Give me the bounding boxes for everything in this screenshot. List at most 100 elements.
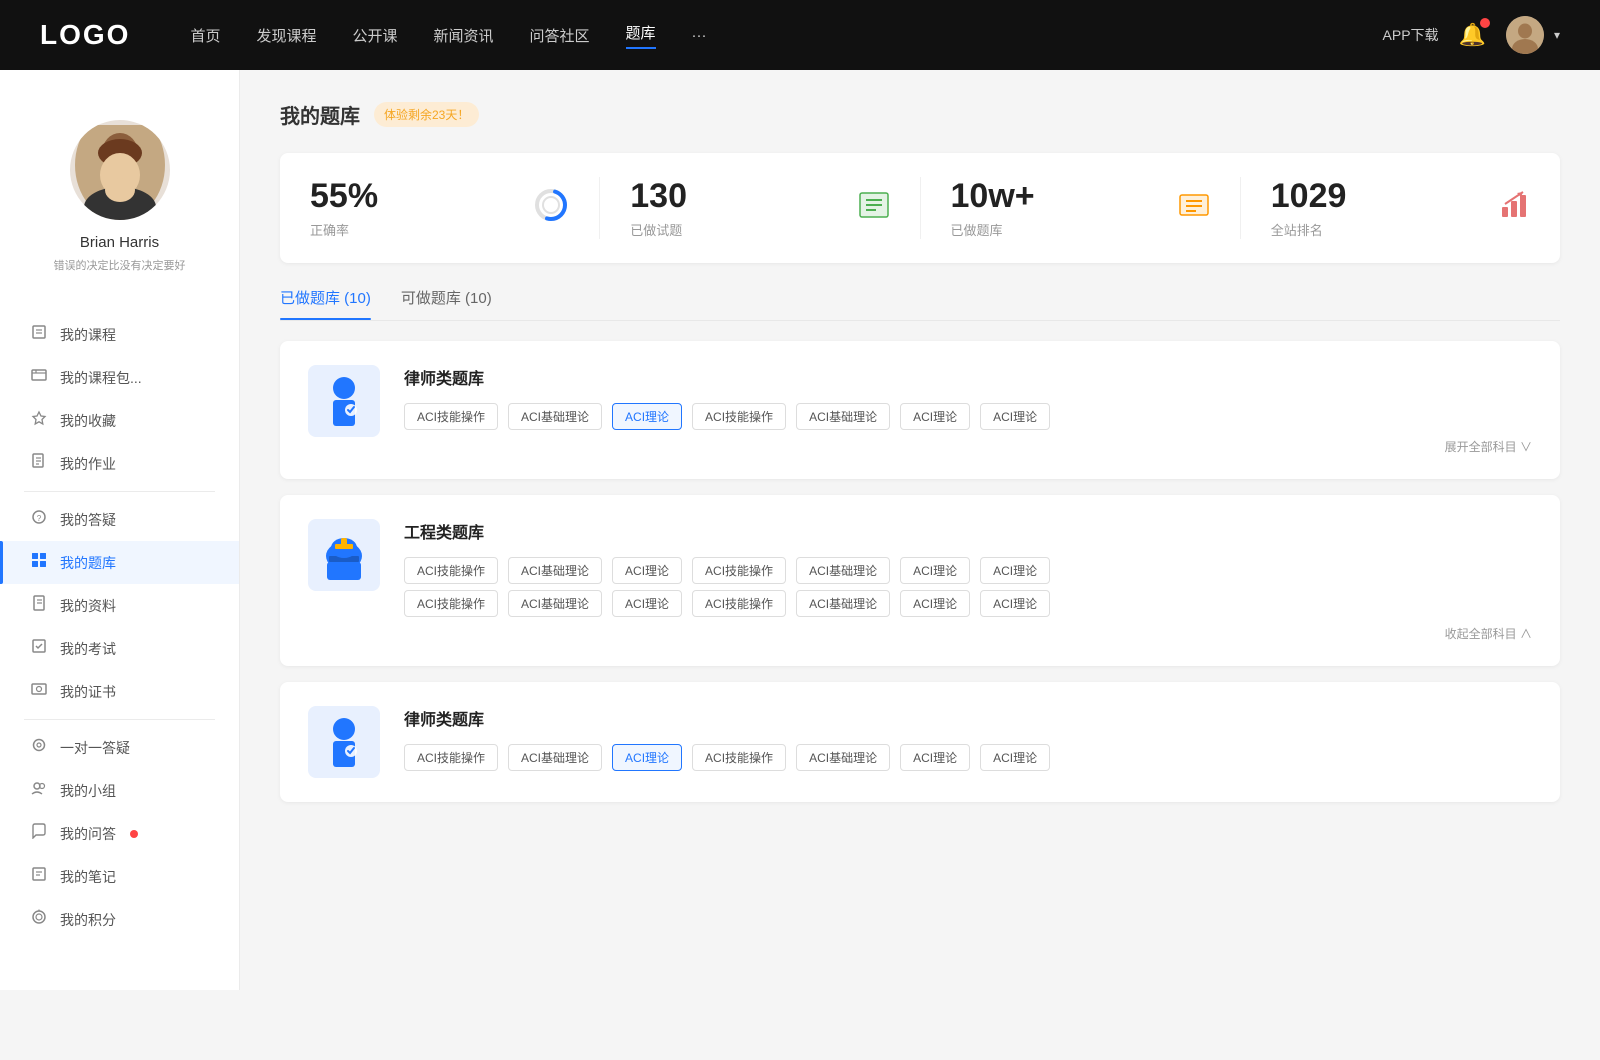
sidebar-item-certificates[interactable]: 我的证书 — [0, 670, 239, 713]
sidebar-divider-1 — [24, 491, 215, 492]
tag-1-6[interactable]: ACI理论 — [900, 403, 970, 430]
tag-1-3[interactable]: ACI理论 — [612, 403, 682, 430]
groups-icon — [30, 780, 48, 801]
stat-accuracy-content: 55% 正确率 — [310, 177, 392, 239]
tag-3-7[interactable]: ACI理论 — [980, 744, 1050, 771]
stat-ranking-label: 全站排名 — [1271, 220, 1361, 239]
nav-qbank[interactable]: 题库 — [626, 22, 656, 49]
tag-2-12[interactable]: ACI基础理论 — [796, 590, 890, 617]
tag-3-6[interactable]: ACI理论 — [900, 744, 970, 771]
stat-banks-content: 10w+ 已做题库 — [951, 177, 1049, 239]
sidebar-item-qbank[interactable]: 我的题库 — [0, 541, 239, 584]
tag-3-2[interactable]: ACI基础理论 — [508, 744, 602, 771]
sidebar-item-points[interactable]: 我的积分 — [0, 898, 239, 941]
tag-2-1[interactable]: ACI技能操作 — [404, 557, 498, 584]
tag-3-1[interactable]: ACI技能操作 — [404, 744, 498, 771]
tag-1-4[interactable]: ACI技能操作 — [692, 403, 786, 430]
sidebar-label-one-on-one: 一对一答疑 — [60, 738, 130, 758]
tag-row-2b: ACI技能操作 ACI基础理论 ACI理论 ACI技能操作 ACI基础理论 AC… — [404, 590, 1532, 617]
main-content: 我的题库 体验剩余23天！ 55% 正确率 — [240, 70, 1600, 990]
qbank-lawyer-icon-1 — [308, 365, 380, 437]
page-title-row: 我的题库 体验剩余23天！ — [280, 100, 1560, 129]
tag-2-3[interactable]: ACI理论 — [612, 557, 682, 584]
app-download-button[interactable]: APP下载 — [1383, 25, 1439, 45]
user-avatar-section[interactable]: ▾ — [1506, 16, 1560, 54]
sidebar-item-notes[interactable]: 我的笔记 — [0, 855, 239, 898]
sidebar-item-homework[interactable]: 我的作业 — [0, 442, 239, 485]
sidebar-label-course-package: 我的课程包... — [60, 368, 142, 388]
qbank-title-1: 律师类题库 — [404, 365, 1532, 389]
sidebar-item-one-on-one[interactable]: 一对一答疑 — [0, 726, 239, 769]
nav-open-course[interactable]: 公开课 — [352, 25, 397, 46]
sidebar-item-my-qa[interactable]: 我的问答 — [0, 812, 239, 855]
sidebar-label-answers: 我的答疑 — [60, 510, 116, 530]
tag-2-8[interactable]: ACI技能操作 — [404, 590, 498, 617]
sidebar-item-exams[interactable]: 我的考试 — [0, 627, 239, 670]
tag-row-2a: ACI技能操作 ACI基础理论 ACI理论 ACI技能操作 ACI基础理论 AC… — [404, 557, 1532, 584]
sidebar-label-favorites: 我的收藏 — [60, 411, 116, 431]
collapse-link-2[interactable]: 收起全部科目 ∧ — [404, 625, 1532, 642]
page-title: 我的题库 — [280, 100, 360, 129]
stat-accuracy-label: 正确率 — [310, 220, 392, 239]
avatar-svg — [1506, 16, 1544, 54]
tag-2-10[interactable]: ACI理论 — [612, 590, 682, 617]
tab-completed-banks[interactable]: 已做题库 (10) — [280, 287, 371, 320]
navbar: LOGO 首页 发现课程 公开课 新闻资讯 问答社区 题库 ··· APP下载 … — [0, 0, 1600, 70]
sidebar-label-my-courses: 我的课程 — [60, 325, 116, 345]
profile-photo-svg — [75, 125, 165, 220]
qbank-card-lawyer-1: 律师类题库 ACI技能操作 ACI基础理论 ACI理论 ACI技能操作 ACI基… — [280, 341, 1560, 479]
nav-home[interactable]: 首页 — [190, 25, 220, 46]
tag-1-7[interactable]: ACI理论 — [980, 403, 1050, 430]
tag-3-3[interactable]: ACI理论 — [612, 744, 682, 771]
favorites-icon — [30, 410, 48, 431]
qbank-card-inner-2: 工程类题库 ACI技能操作 ACI基础理论 ACI理论 ACI技能操作 ACI基… — [308, 519, 1532, 642]
stat-ranking-content: 1029 全站排名 — [1271, 177, 1361, 239]
homework-icon — [30, 453, 48, 474]
tag-3-5[interactable]: ACI基础理论 — [796, 744, 890, 771]
stat-ranking-value: 1029 — [1271, 177, 1347, 216]
stat-banks-done: 10w+ 已做题库 — [921, 177, 1241, 239]
sidebar-divider-2 — [24, 719, 215, 720]
tag-2-11[interactable]: ACI技能操作 — [692, 590, 786, 617]
sidebar-label-materials: 我的资料 — [60, 596, 116, 616]
nav-qa[interactable]: 问答社区 — [530, 25, 590, 46]
sidebar-item-materials[interactable]: 我的资料 — [0, 584, 239, 627]
tag-2-13[interactable]: ACI理论 — [900, 590, 970, 617]
tag-1-1[interactable]: ACI技能操作 — [404, 403, 498, 430]
answers-icon: ? — [30, 509, 48, 530]
qbank-card-engineer: 工程类题库 ACI技能操作 ACI基础理论 ACI理论 ACI技能操作 ACI基… — [280, 495, 1560, 666]
stat-questions-content: 130 已做试题 — [630, 177, 701, 239]
notes-icon — [30, 866, 48, 887]
nav-more[interactable]: ··· — [692, 27, 707, 44]
qbank-body-3: 律师类题库 ACI技能操作 ACI基础理论 ACI理论 ACI技能操作 ACI基… — [404, 706, 1532, 777]
tag-2-7[interactable]: ACI理论 — [980, 557, 1050, 584]
notification-bell[interactable]: 🔔 — [1459, 22, 1486, 48]
qbank-title-3: 律师类题库 — [404, 706, 1532, 730]
sidebar-item-groups[interactable]: 我的小组 — [0, 769, 239, 812]
sidebar-profile: Brian Harris 错误的决定比没有决定要好 — [0, 100, 239, 303]
tag-2-6[interactable]: ACI理论 — [900, 557, 970, 584]
expand-link-1[interactable]: 展开全部科目 ∨ — [404, 438, 1532, 455]
tag-2-9[interactable]: ACI基础理论 — [508, 590, 602, 617]
tag-2-4[interactable]: ACI技能操作 — [692, 557, 786, 584]
tab-available-banks[interactable]: 可做题库 (10) — [401, 287, 492, 320]
nav-news[interactable]: 新闻资讯 — [434, 25, 494, 46]
sidebar-label-notes: 我的笔记 — [60, 867, 116, 887]
tag-3-4[interactable]: ACI技能操作 — [692, 744, 786, 771]
tag-2-2[interactable]: ACI基础理论 — [508, 557, 602, 584]
tag-1-2[interactable]: ACI基础理论 — [508, 403, 602, 430]
accuracy-chart-icon — [533, 187, 569, 230]
sidebar-item-favorites[interactable]: 我的收藏 — [0, 399, 239, 442]
nav-courses[interactable]: 发现课程 — [256, 25, 316, 46]
tag-row-3: ACI技能操作 ACI基础理论 ACI理论 ACI技能操作 ACI基础理论 AC… — [404, 744, 1532, 771]
sidebar-item-answers[interactable]: ? 我的答疑 — [0, 498, 239, 541]
tag-1-5[interactable]: ACI基础理论 — [796, 403, 890, 430]
tag-2-14[interactable]: ACI理论 — [980, 590, 1050, 617]
sidebar-label-groups: 我的小组 — [60, 781, 116, 801]
sidebar-item-course-package[interactable]: 我的课程包... — [0, 356, 239, 399]
tag-2-5[interactable]: ACI基础理论 — [796, 557, 890, 584]
sidebar-user-motto: 错误的决定比没有决定要好 — [54, 257, 186, 273]
sidebar-item-my-courses[interactable]: 我的课程 — [0, 313, 239, 356]
sidebar-label-qbank: 我的题库 — [60, 553, 116, 573]
qbank-engineer-icon — [308, 519, 380, 591]
